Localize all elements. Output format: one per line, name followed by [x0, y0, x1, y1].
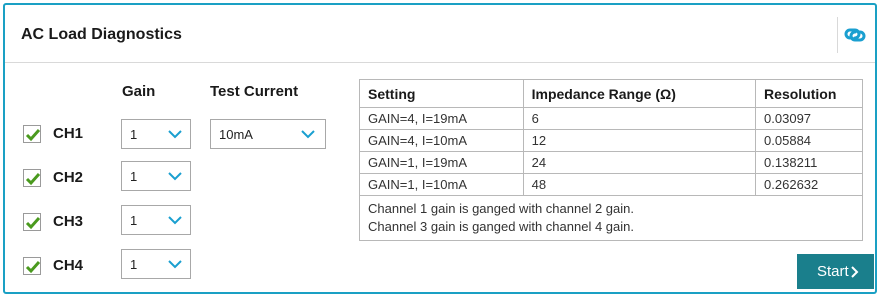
gang-notes: Channel 1 gain is ganged with channel 2 …	[359, 195, 863, 241]
header-resolution: Resolution	[755, 79, 863, 108]
ch1-checkbox[interactable]	[23, 125, 41, 143]
chevron-down-icon	[168, 260, 182, 269]
table-row: GAIN=4, I=19mA 6 0.03097	[359, 107, 863, 130]
start-button-label: Start	[817, 263, 849, 280]
ch4-gain-select[interactable]: 1	[121, 249, 191, 279]
ch2-gain-value: 1	[130, 169, 138, 184]
ac-load-diagnostics-panel: AC Load Diagnostics Gain Test Current CH…	[3, 3, 877, 294]
chevron-down-icon	[168, 216, 182, 225]
header-impedance-range: Impedance Range (Ω)	[522, 79, 757, 108]
header-setting: Setting	[359, 79, 524, 108]
panel-title: AC Load Diagnostics	[21, 26, 182, 43]
table-row: GAIN=4, I=10mA 12 0.05884	[359, 129, 863, 152]
ch2-checkbox[interactable]	[23, 169, 41, 187]
ch1-gain-select[interactable]: 1	[121, 119, 191, 149]
ch3-gain-value: 1	[130, 213, 138, 228]
setting-cell: GAIN=1, I=10mA	[359, 173, 524, 196]
ch4-gain-value: 1	[130, 257, 138, 272]
chevron-right-icon	[851, 266, 859, 278]
resolution-cell: 0.262632	[755, 173, 863, 196]
ch2-gain-select[interactable]: 1	[121, 161, 191, 191]
impedance-cell: 48	[522, 173, 757, 196]
impedance-cell: 24	[522, 151, 757, 174]
chevron-down-icon	[168, 130, 182, 139]
impedance-cell: 12	[522, 129, 757, 152]
ch3-gain-select[interactable]: 1	[121, 205, 191, 235]
start-button[interactable]: Start	[797, 254, 874, 289]
ch2-label: CH2	[53, 169, 84, 186]
note-ch1-ch2: Channel 1 gain is ganged with channel 2 …	[368, 201, 634, 216]
test-current-column-label: Test Current	[210, 83, 299, 100]
panel-header: AC Load Diagnostics	[5, 5, 875, 63]
test-current-select[interactable]: 10mA	[210, 119, 326, 149]
table-row: GAIN=1, I=10mA 48 0.262632	[359, 173, 863, 196]
ch3-checkbox[interactable]	[23, 213, 41, 231]
ch1-gain-value: 1	[130, 127, 138, 142]
impedance-table: Setting Impedance Range (Ω) Resolution G…	[359, 79, 863, 241]
resolution-cell: 0.03097	[755, 107, 863, 130]
chevron-down-icon	[168, 172, 182, 181]
ch1-label: CH1	[53, 125, 84, 142]
resolution-cell: 0.05884	[755, 129, 863, 152]
ch4-label: CH4	[53, 257, 84, 274]
setting-cell: GAIN=1, I=19mA	[359, 151, 524, 174]
gain-column-label: Gain	[122, 83, 156, 100]
ch4-checkbox[interactable]	[23, 257, 41, 275]
header-divider	[837, 17, 838, 53]
impedance-cell: 6	[522, 107, 757, 130]
ch3-label: CH3	[53, 213, 84, 230]
table-row: GAIN=1, I=19mA 24 0.138211	[359, 151, 863, 174]
setting-cell: GAIN=4, I=10mA	[359, 129, 524, 152]
setting-cell: GAIN=4, I=19mA	[359, 107, 524, 130]
chevron-down-icon	[301, 130, 315, 139]
resolution-cell: 0.138211	[755, 151, 863, 174]
table-header-row: Setting Impedance Range (Ω) Resolution	[359, 79, 863, 108]
table-notes-row: Channel 1 gain is ganged with channel 2 …	[359, 195, 863, 241]
link-icon[interactable]	[843, 23, 867, 47]
note-ch3-ch4: Channel 3 gain is ganged with channel 4 …	[368, 219, 634, 234]
test-current-value: 10mA	[219, 127, 253, 142]
